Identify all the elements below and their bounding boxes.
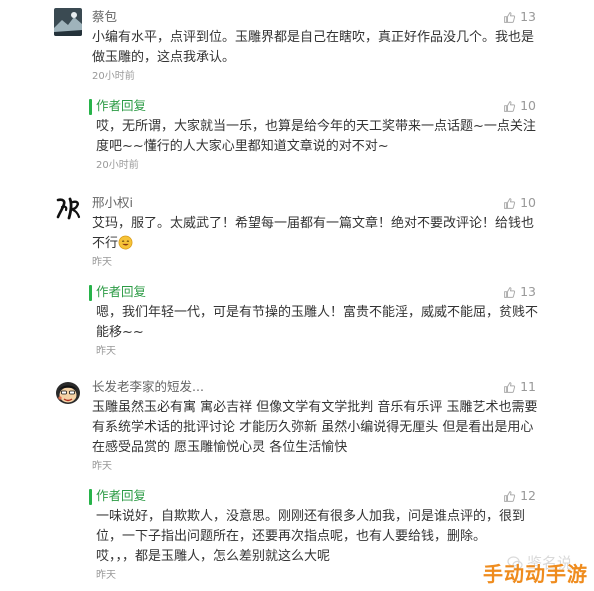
like-count: 13 bbox=[520, 9, 536, 24]
calligraphy-avatar-icon[interactable] bbox=[54, 194, 82, 222]
like-count: 11 bbox=[520, 379, 536, 394]
thumbs-up-icon bbox=[504, 11, 516, 23]
like-button[interactable]: 13 bbox=[503, 283, 536, 301]
like-count: 10 bbox=[520, 195, 536, 210]
reply-text: 哎，无所谓，大家就当一乐，也算是给今年的天工奖带来一点话题~一点关注度吧~~懂行… bbox=[96, 119, 536, 154]
reply-time: 20小时前 bbox=[96, 160, 139, 171]
dark-landscape-avatar-icon[interactable] bbox=[54, 8, 82, 36]
thumbs-up-icon bbox=[504, 100, 516, 112]
reply-author: 作者回复 bbox=[96, 488, 147, 503]
cartoon-face-avatar-icon[interactable] bbox=[54, 378, 82, 406]
like-button[interactable]: 11 bbox=[503, 378, 536, 396]
reply-indicator-bar bbox=[89, 285, 92, 301]
reply-author: 作者回复 bbox=[96, 284, 147, 299]
like-button[interactable]: 12 bbox=[503, 487, 536, 505]
reply-text: 一味说好，自欺欺人，没意思。刚刚还有很多人加我，问是谁点评的，很到位，一下子指出… bbox=[96, 509, 526, 564]
reply-indicator-bar bbox=[89, 99, 92, 115]
comment-feed: 蔡包 小编有水平，点评到位。玉雕界都是自己在瞎吹，真正好作品没几个。我也是做玉雕… bbox=[0, 0, 594, 591]
laughing-emoji-icon bbox=[118, 235, 133, 250]
comment-text: 艾玛，服了。太威武了！希望每一届都有一篇文章！绝对不要改评论！给钱也不行 bbox=[92, 216, 535, 251]
brand-watermark: 手动动手游 bbox=[483, 562, 588, 586]
reply-text: 嗯，我们年轻一代，可是有节操的玉雕人！富贵不能淫，威威不能屈，贫贱不能移~~ bbox=[96, 305, 539, 340]
thumbs-up-icon bbox=[504, 197, 516, 209]
comment-author[interactable]: 蔡包 bbox=[92, 8, 540, 26]
comment-time: 昨天 bbox=[92, 257, 112, 268]
comment-text: 小编有水平，点评到位。玉雕界都是自己在瞎吹，真正好作品没几个。我也是做玉雕的，这… bbox=[92, 30, 535, 65]
comment-text: 玉雕虽然玉必有寓 寓必吉祥 但像文学有文学批判 音乐有乐评 玉雕艺术也需要有系统… bbox=[92, 400, 538, 455]
like-button[interactable]: 13 bbox=[503, 8, 536, 26]
reply-time: 昨天 bbox=[96, 570, 116, 581]
like-count: 12 bbox=[520, 488, 536, 503]
comment-author[interactable]: 长发老李家的短发... bbox=[92, 378, 540, 396]
thumbs-up-icon bbox=[504, 381, 516, 393]
comment-author[interactable]: 邢小权i bbox=[92, 194, 540, 212]
comment-time: 20小时前 bbox=[92, 71, 135, 82]
like-button[interactable]: 10 bbox=[503, 194, 536, 212]
like-count: 13 bbox=[520, 284, 536, 299]
thumbs-up-icon bbox=[504, 286, 516, 298]
comment-time: 昨天 bbox=[92, 461, 112, 472]
like-button[interactable]: 10 bbox=[503, 97, 536, 115]
reply-time: 昨天 bbox=[96, 346, 116, 357]
thumbs-up-icon bbox=[504, 490, 516, 502]
like-count: 10 bbox=[520, 98, 536, 113]
reply-indicator-bar bbox=[89, 489, 92, 505]
reply-author: 作者回复 bbox=[96, 98, 147, 113]
